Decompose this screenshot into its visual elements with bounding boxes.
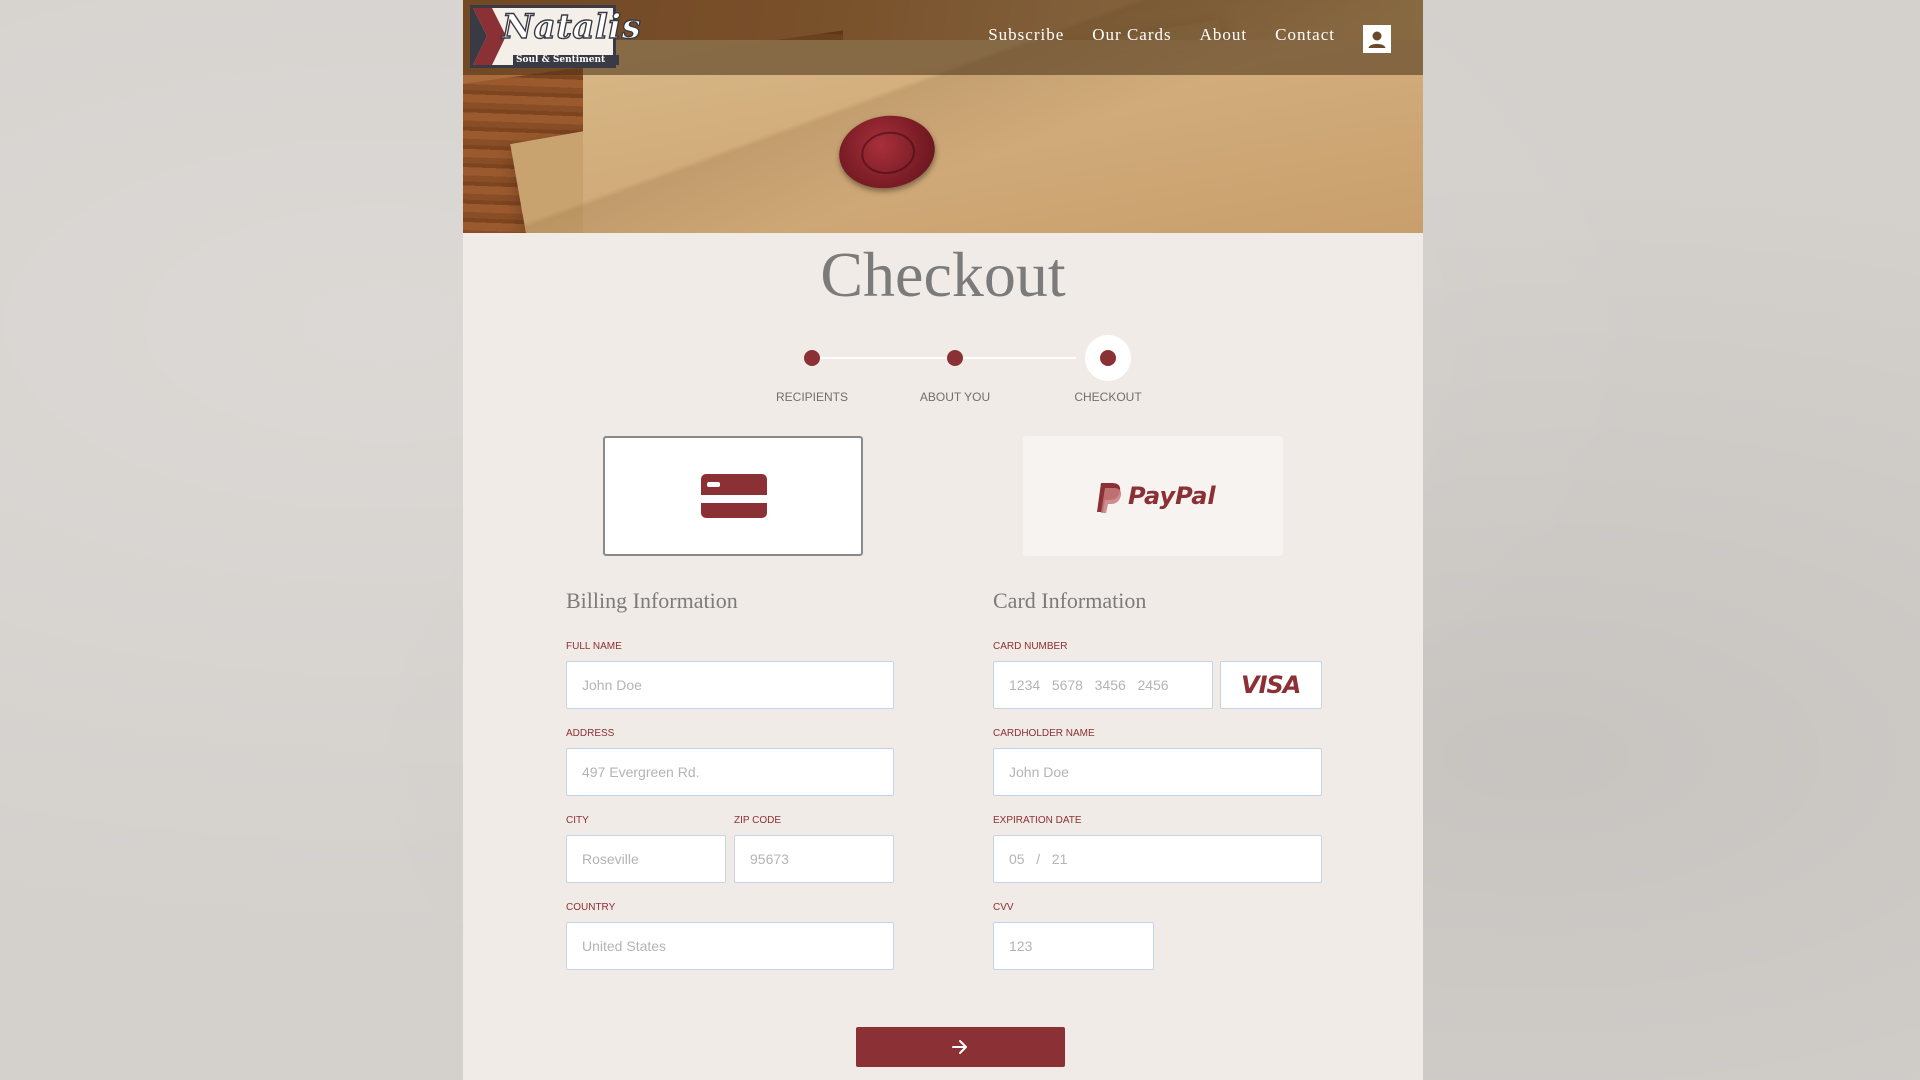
step-dot-checkout[interactable]	[1100, 350, 1116, 366]
country-field	[566, 922, 894, 970]
stepper-track	[812, 357, 1076, 359]
step-label-about-you: ABOUT YOU	[919, 390, 991, 404]
city-field	[566, 835, 726, 883]
country-input[interactable]	[567, 923, 893, 969]
top-nav-bar: Natalis Soul & Sentiment Subscribe Our C…	[463, 0, 1423, 75]
checkout-stepper: RECIPIENTS ABOUT YOU CHECKOUT	[463, 334, 1423, 414]
hero-banner: Natalis Soul & Sentiment Subscribe Our C…	[463, 0, 1423, 233]
expiry-field	[993, 835, 1322, 883]
checkout-page: Natalis Soul & Sentiment Subscribe Our C…	[463, 0, 1423, 1080]
cardholder-input[interactable]	[994, 749, 1321, 795]
cardholder-field	[993, 748, 1322, 796]
full-name-field	[566, 661, 894, 709]
arrow-right-icon	[952, 1040, 967, 1054]
zip-input[interactable]	[735, 836, 893, 882]
nav-about[interactable]: About	[1200, 25, 1248, 45]
credit-card-icon	[701, 474, 767, 518]
zip-field	[734, 835, 894, 883]
address-input[interactable]	[567, 749, 893, 795]
step-label-recipients: RECIPIENTS	[775, 390, 849, 404]
account-button[interactable]	[1363, 25, 1391, 53]
card-number-field	[993, 661, 1213, 709]
card-number-input[interactable]	[994, 662, 1212, 708]
zip-label: ZIP CODE	[734, 815, 782, 826]
main-nav: Subscribe Our Cards About Contact	[988, 25, 1335, 45]
country-label: COUNTRY	[566, 902, 616, 913]
cvv-field	[993, 922, 1154, 970]
card-heading: Card Information	[993, 588, 1147, 613]
card-brand-badge: VISA	[1220, 661, 1322, 709]
brand-logo[interactable]: Natalis Soul & Sentiment	[470, 5, 642, 68]
expiry-label: EXPIRATION DATE	[993, 815, 1082, 826]
city-input[interactable]	[567, 836, 725, 882]
full-name-label: FULL NAME	[566, 641, 622, 652]
visa-logo: VISA	[1241, 671, 1301, 699]
logo-tagline: Soul & Sentiment	[513, 55, 619, 65]
cvv-label: CVV	[993, 902, 1014, 913]
cardholder-label: CARDHOLDER NAME	[993, 728, 1095, 739]
nav-contact[interactable]: Contact	[1275, 25, 1335, 45]
logo-wordmark: Natalis	[501, 6, 642, 47]
page-title: Checkout	[820, 239, 1066, 310]
city-label: CITY	[566, 815, 589, 826]
full-name-input[interactable]	[567, 662, 893, 708]
address-field	[566, 748, 894, 796]
user-icon	[1365, 27, 1389, 51]
expiry-input[interactable]	[994, 836, 1321, 882]
nav-subscribe[interactable]: Subscribe	[988, 25, 1064, 45]
paypal-label: PayPal	[1128, 482, 1216, 510]
step-label-checkout: CHECKOUT	[1074, 390, 1142, 404]
payment-option-card[interactable]	[603, 436, 863, 556]
address-label: ADDRESS	[566, 728, 615, 739]
cvv-input[interactable]	[994, 923, 1153, 969]
next-button[interactable]	[856, 1027, 1065, 1067]
step-dot-recipients[interactable]	[804, 350, 820, 366]
nav-our-cards[interactable]: Our Cards	[1092, 25, 1171, 45]
paypal-icon	[1097, 483, 1122, 513]
payment-option-paypal[interactable]: PayPal	[1023, 436, 1283, 556]
card-number-label: CARD NUMBER	[993, 641, 1068, 652]
step-dot-about-you[interactable]	[947, 350, 963, 366]
billing-heading: Billing Information	[566, 588, 738, 613]
